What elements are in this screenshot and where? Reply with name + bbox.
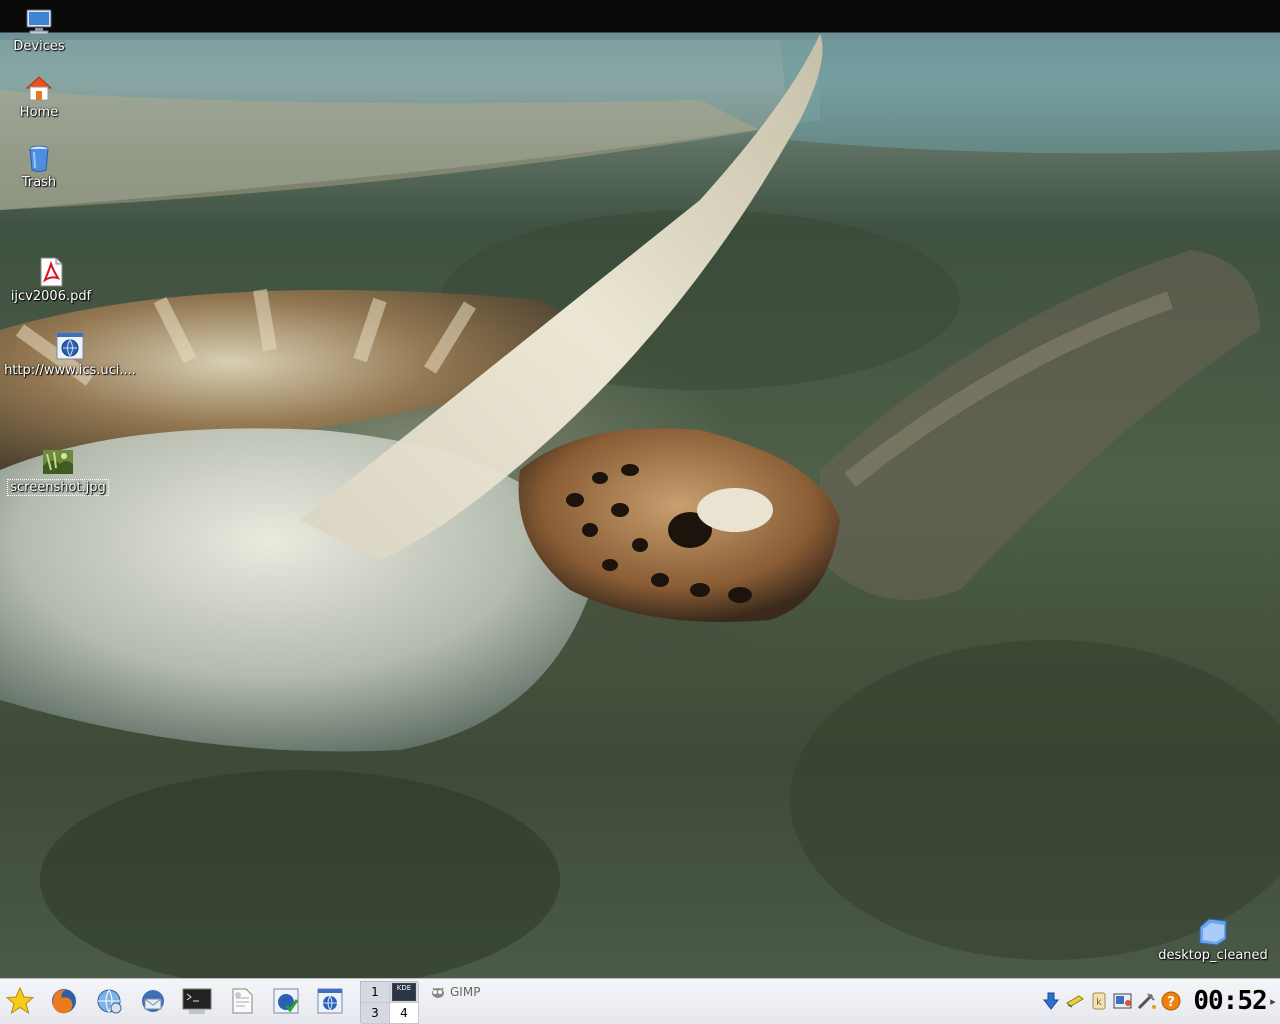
taskbar-item-gimp[interactable]: GIMP	[430, 982, 480, 1002]
pager-desktop-3[interactable]: 3	[361, 1003, 390, 1024]
kpilot-icon	[1113, 993, 1132, 1009]
home-icon	[25, 76, 53, 101]
file-manager-launcher[interactable]	[226, 985, 258, 1017]
pdf-file-icon	[40, 257, 63, 287]
clipboard-icon	[1066, 995, 1084, 1008]
desktop-icon-devices[interactable]: Devices	[0, 6, 109, 54]
web-link-icon	[317, 988, 343, 1014]
tray-help[interactable]: ?	[1160, 990, 1182, 1012]
terminal-icon	[182, 988, 212, 1014]
mail-bird-icon	[142, 990, 164, 1012]
tray-download[interactable]	[1040, 990, 1062, 1012]
tray-klipper[interactable]	[1064, 990, 1086, 1012]
terminal-launcher[interactable]	[181, 985, 213, 1017]
svg-text:?: ?	[1167, 995, 1175, 1010]
desktop-icon-label: ijcv2006.pdf	[10, 289, 92, 304]
tray-kpilot[interactable]	[1112, 990, 1134, 1012]
download-arrow-icon	[1042, 992, 1060, 1010]
panel-clock[interactable]: 00:52	[1193, 985, 1267, 1017]
konqueror-launcher[interactable]	[93, 985, 125, 1017]
help-icon: ?	[1161, 991, 1181, 1011]
panel-scroll-arrow[interactable]: ▸	[1268, 993, 1278, 1009]
pager-desktop-1[interactable]: 1	[361, 982, 390, 1003]
desktop-icon-label: Home	[19, 105, 59, 120]
globe-gear-icon	[97, 989, 122, 1014]
desktop-wallpaper	[0, 0, 1280, 978]
tray-network[interactable]	[1136, 990, 1158, 1012]
taskbar-item-label: GIMP	[450, 985, 481, 999]
desktop-icon-trash[interactable]: Trash	[0, 142, 109, 190]
image-file-icon	[43, 450, 73, 474]
desktop-icon-label: http://www.ics.uci....	[4, 363, 136, 378]
web-check-icon	[273, 988, 299, 1014]
k-menu-button[interactable]	[4, 985, 36, 1017]
web-shortcut-1[interactable]	[270, 985, 302, 1017]
document-icon	[232, 988, 253, 1014]
desktop-icon-home[interactable]: Home	[0, 72, 109, 120]
system-tray: k ?	[1040, 987, 1182, 1015]
desktop-icon-pdf[interactable]: ijcv2006.pdf	[0, 256, 121, 304]
kde-panel: 1 KDE 3 4 GIMP k ? 00:52 ▸	[0, 978, 1280, 1024]
desktop-icon-label: Devices	[13, 39, 65, 54]
desktop-icon-desktop-cleaned[interactable]: desktop_cleaned	[1143, 915, 1280, 963]
kde-desktop-thumbnail: KDE	[392, 983, 416, 1001]
desktop-icon-label: Trash	[21, 175, 57, 190]
web-link-icon	[56, 332, 84, 360]
desktop-pager: 1 KDE 3 4	[360, 981, 419, 1024]
pager-desktop-2[interactable]: KDE	[390, 982, 419, 1003]
computer-icon	[26, 9, 52, 35]
svg-text:k: k	[1096, 997, 1102, 1008]
thunderbird-launcher[interactable]	[137, 985, 169, 1017]
firefox-launcher[interactable]	[48, 985, 80, 1017]
folder-icon	[1199, 918, 1227, 946]
star-icon	[5, 986, 35, 1015]
gimp-icon	[432, 987, 444, 998]
trash-icon	[29, 145, 49, 172]
desktop-icon-screenshot[interactable]: screenshot.jpg	[0, 446, 128, 496]
network-icon	[1137, 993, 1156, 1010]
desktop-icon-label: desktop_cleaned	[1158, 948, 1268, 963]
desktop-icon-label: screenshot.jpg	[7, 479, 109, 496]
web-shortcut-2[interactable]	[314, 985, 346, 1017]
pager-desktop-4[interactable]: 4	[390, 1003, 419, 1024]
firefox-icon	[52, 989, 76, 1014]
kwallet-icon: k	[1092, 992, 1106, 1010]
sea-turtle-wallpaper	[0, 34, 1280, 978]
tray-kwallet[interactable]: k	[1088, 990, 1110, 1012]
desktop-icon-weblink[interactable]: http://www.ics.uci....	[0, 330, 140, 378]
